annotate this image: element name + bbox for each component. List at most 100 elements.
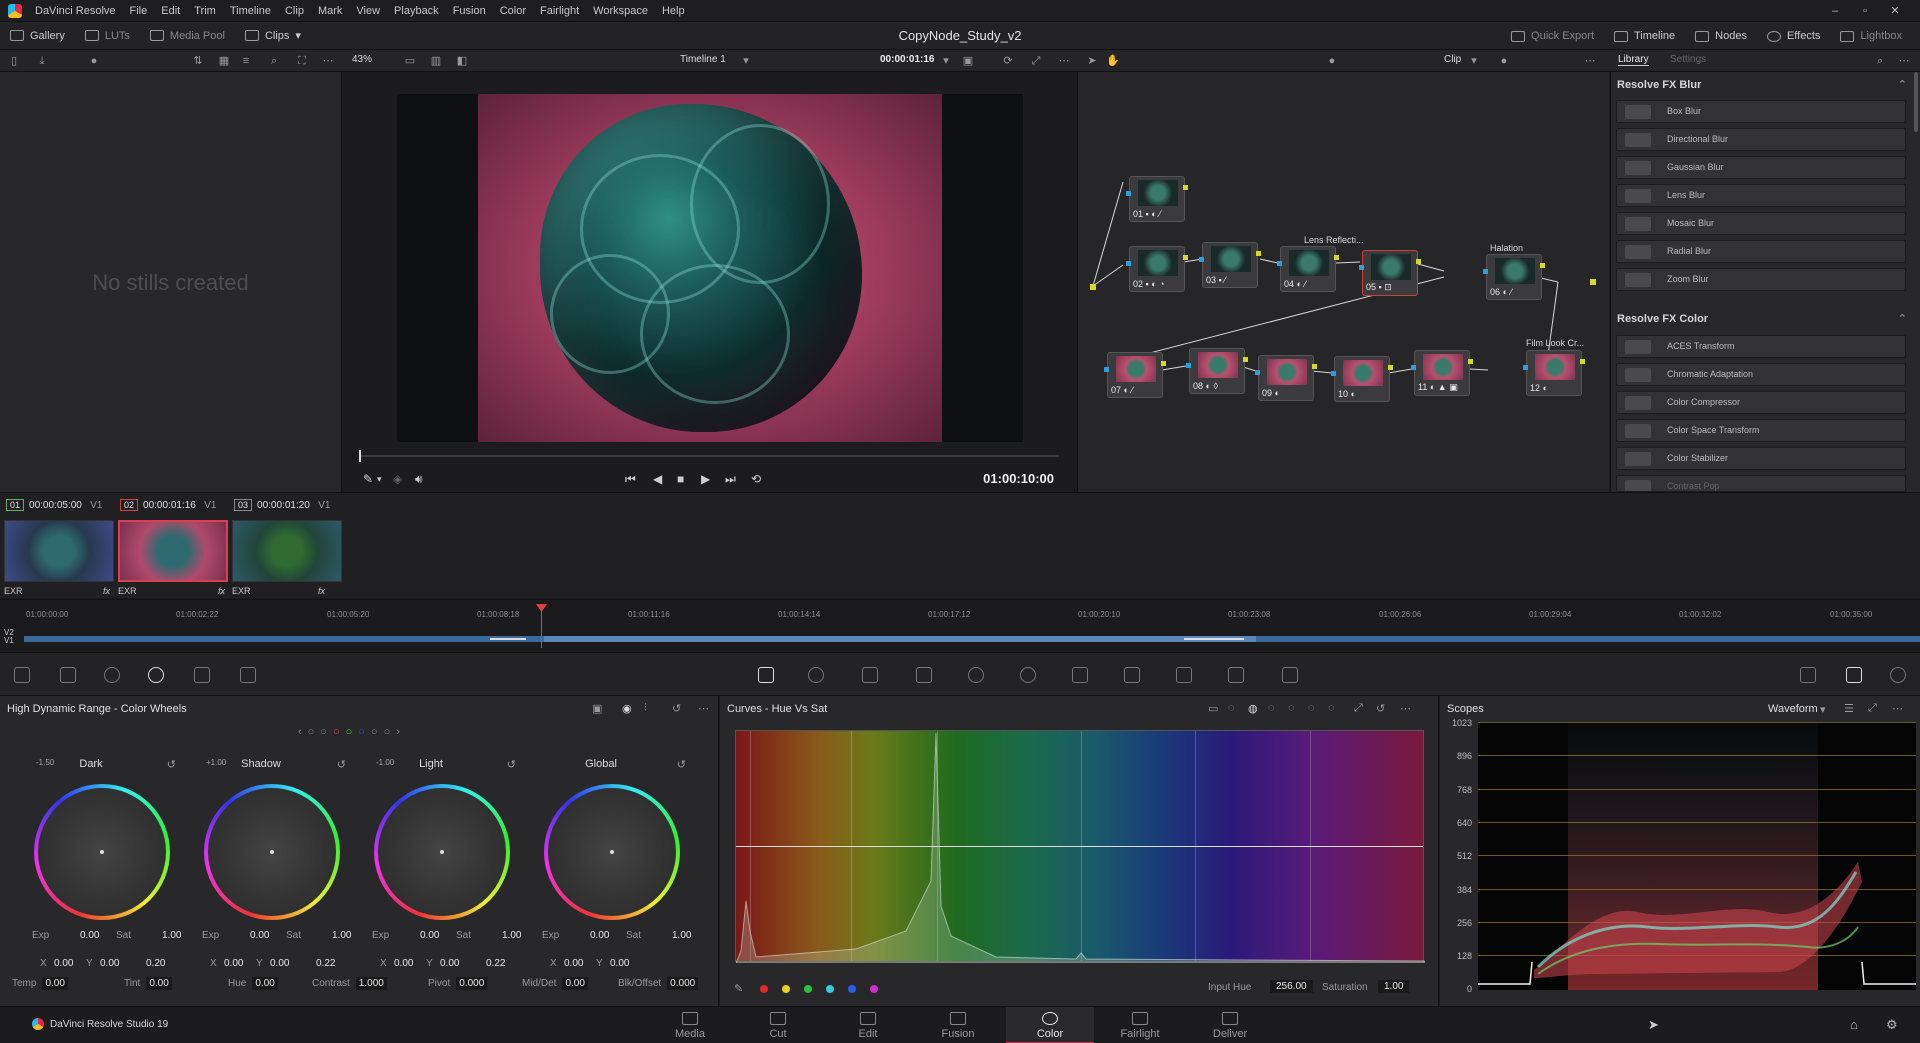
menu-mark[interactable]: Mark bbox=[311, 0, 349, 22]
page-tab-cut[interactable]: Cut bbox=[734, 1007, 822, 1043]
chevron-down-icon[interactable]: ▾ bbox=[740, 55, 752, 67]
grab-still-icon[interactable]: ⤓ bbox=[36, 55, 48, 67]
pointer-icon[interactable]: ➤ bbox=[1086, 55, 1098, 67]
reset-icon[interactable]: ↺ bbox=[337, 758, 346, 771]
sat-value[interactable]: 1.00 bbox=[672, 930, 691, 941]
black-offset-param[interactable]: Blk/Offset 0.000 bbox=[618, 977, 699, 990]
tab-settings[interactable]: Settings bbox=[1670, 54, 1706, 65]
info-icon[interactable] bbox=[1890, 667, 1906, 683]
go-to-start-icon[interactable]: ⏮ bbox=[625, 468, 636, 490]
chevron-down-icon[interactable]: ▾ bbox=[940, 55, 952, 67]
volume-icon[interactable]: 🔊︎ bbox=[415, 468, 423, 490]
loop-playback-icon[interactable]: ⟲ bbox=[751, 468, 761, 490]
effect-aces-transform[interactable]: ACES Transform bbox=[1616, 335, 1906, 358]
grid-view-icon[interactable]: ▦ bbox=[218, 55, 230, 67]
selected-clip-segment[interactable] bbox=[544, 636, 1256, 642]
split-view-icon[interactable]: ▥ bbox=[430, 55, 442, 67]
rgb-mixer-icon[interactable] bbox=[194, 667, 210, 683]
node-05[interactable]: 05 ▪ ⊡ bbox=[1359, 250, 1421, 296]
effect-color-space-transform[interactable]: Color Space Transform bbox=[1616, 419, 1906, 442]
reset-icon[interactable]: ↺ bbox=[1376, 702, 1385, 715]
scopes-icon[interactable] bbox=[1846, 667, 1862, 683]
menu-edit[interactable]: Edit bbox=[154, 0, 187, 22]
playhead[interactable] bbox=[536, 604, 547, 648]
hue-vs-sat-icon[interactable]: ◍ bbox=[1248, 702, 1258, 715]
menu-workspace[interactable]: Workspace bbox=[586, 0, 655, 22]
param-value[interactable]: 1.000 bbox=[355, 977, 387, 990]
node-09[interactable]: 09 ◐ bbox=[1255, 355, 1317, 401]
page-tab-media[interactable]: Media bbox=[646, 1007, 734, 1043]
chevron-up-icon[interactable]: ⌃ bbox=[1898, 308, 1907, 330]
effects-toggle-button[interactable]: Effects bbox=[1757, 22, 1830, 50]
hdr-wheels-icon[interactable] bbox=[148, 667, 164, 683]
sizing-icon[interactable] bbox=[1228, 667, 1244, 683]
zone-size-value[interactable]: 0.20 bbox=[146, 958, 165, 969]
section-resolve-fx-color[interactable]: Resolve FX Color ⌃ bbox=[1615, 308, 1911, 330]
swatch-magenta[interactable] bbox=[870, 985, 878, 993]
tint-param[interactable]: Tint 0.00 bbox=[124, 977, 172, 990]
slider-knob-icon[interactable]: ● bbox=[88, 55, 100, 67]
swatch-green[interactable] bbox=[804, 985, 812, 993]
3d-icon[interactable] bbox=[1282, 667, 1298, 683]
contrast-param[interactable]: Contrast 1.000 bbox=[312, 977, 387, 990]
clips-button[interactable]: Clips ▾ bbox=[235, 22, 311, 50]
node-04[interactable]: 04 ◐ ⁄ bbox=[1277, 246, 1339, 292]
node-12[interactable]: 12 ◐ bbox=[1523, 350, 1585, 396]
param-value[interactable]: 0.00 bbox=[42, 977, 68, 990]
primaries-icon[interactable] bbox=[104, 667, 120, 683]
section-resolve-fx-blur[interactable]: Resolve FX Blur ⌃ bbox=[1615, 74, 1911, 96]
window-icon[interactable] bbox=[968, 667, 984, 683]
single-view-icon[interactable]: ▭ bbox=[404, 55, 416, 67]
wheel-handle[interactable] bbox=[440, 850, 444, 854]
eyedropper-icon[interactable] bbox=[916, 667, 932, 683]
y-value[interactable]: 0.00 bbox=[270, 958, 289, 969]
viewer-frame[interactable] bbox=[397, 94, 1023, 442]
library-scrollbar[interactable] bbox=[1914, 72, 1918, 132]
fit-icon[interactable]: ⛶ bbox=[296, 55, 308, 67]
media-pool-button[interactable]: Media Pool bbox=[140, 22, 235, 50]
reset-icon[interactable]: ↺ bbox=[167, 758, 176, 771]
menu-view[interactable]: View bbox=[349, 0, 387, 22]
chevron-down-icon[interactable]: ▾ bbox=[377, 468, 382, 490]
param-value[interactable]: 0.000 bbox=[667, 977, 699, 990]
viewer-mode-icon[interactable]: ▣ bbox=[962, 55, 974, 67]
exp-value[interactable]: 0.00 bbox=[590, 930, 609, 941]
effect-gaussian-blur[interactable]: Gaussian Blur bbox=[1616, 156, 1906, 179]
more-options-icon[interactable]: ⋯ bbox=[698, 702, 709, 715]
node-editor[interactable]: 01 ▪ ◐ ⁄ 02 ▪ ◐ ◔ 03 ▪ ⁄ Lens Reflecti..… bbox=[1077, 72, 1609, 492]
play-icon[interactable]: ▶ bbox=[701, 468, 710, 490]
sort-icon[interactable]: ⇅ bbox=[192, 55, 204, 67]
page-tab-color[interactable]: Color bbox=[1006, 1007, 1094, 1043]
color-wheel[interactable] bbox=[544, 784, 680, 920]
sat-vs-sat-icon[interactable]: ◌ bbox=[1308, 702, 1315, 714]
y-value[interactable]: 0.00 bbox=[610, 958, 629, 969]
zone-size-value[interactable]: 0.22 bbox=[486, 958, 505, 969]
node-10[interactable]: 10 ◐ bbox=[1331, 356, 1393, 402]
y-value[interactable]: 0.00 bbox=[440, 958, 459, 969]
output-pin[interactable] bbox=[1590, 279, 1596, 285]
x-value[interactable]: 0.00 bbox=[394, 958, 413, 969]
color-warper-icon[interactable] bbox=[808, 667, 824, 683]
zone-size-value[interactable]: 0.22 bbox=[316, 958, 335, 969]
lightbox-button[interactable]: Lightbox bbox=[1830, 22, 1912, 50]
reset-icon[interactable]: ↺ bbox=[507, 758, 516, 771]
saturation-value[interactable]: 1.00 bbox=[1378, 980, 1410, 993]
luts-button[interactable]: LUTs bbox=[75, 22, 140, 50]
page-tab-fairlight[interactable]: Fairlight bbox=[1096, 1007, 1184, 1043]
more-options-icon[interactable]: ⋯ bbox=[1898, 55, 1910, 67]
close-icon[interactable]: ✕ bbox=[1880, 0, 1910, 22]
menu-trim[interactable]: Trim bbox=[187, 0, 223, 22]
y-value[interactable]: 0.00 bbox=[100, 958, 119, 969]
maximize-icon[interactable]: ▫ bbox=[1850, 0, 1880, 22]
mini-timeline[interactable]: 01:00:00:00 01:00:02:22 01:00:05:20 01:0… bbox=[0, 599, 1920, 652]
effect-radial-blur[interactable]: Radial Blur bbox=[1616, 240, 1906, 263]
wipe-view-icon[interactable]: ◧ bbox=[456, 55, 468, 67]
menu-help[interactable]: Help bbox=[655, 0, 692, 22]
effect-chromatic-adaptation[interactable]: Chromatic Adaptation bbox=[1616, 363, 1906, 386]
scope-settings-icon[interactable]: ☰ bbox=[1844, 702, 1854, 715]
menu-timeline[interactable]: Timeline bbox=[223, 0, 278, 22]
play-reverse-icon[interactable]: ◀ bbox=[653, 468, 662, 490]
custom-curve-icon[interactable]: ▭ bbox=[1208, 702, 1218, 715]
node-08[interactable]: 08 ◐ ◊ bbox=[1186, 348, 1248, 394]
effect-color-compressor[interactable]: Color Compressor bbox=[1616, 391, 1906, 414]
